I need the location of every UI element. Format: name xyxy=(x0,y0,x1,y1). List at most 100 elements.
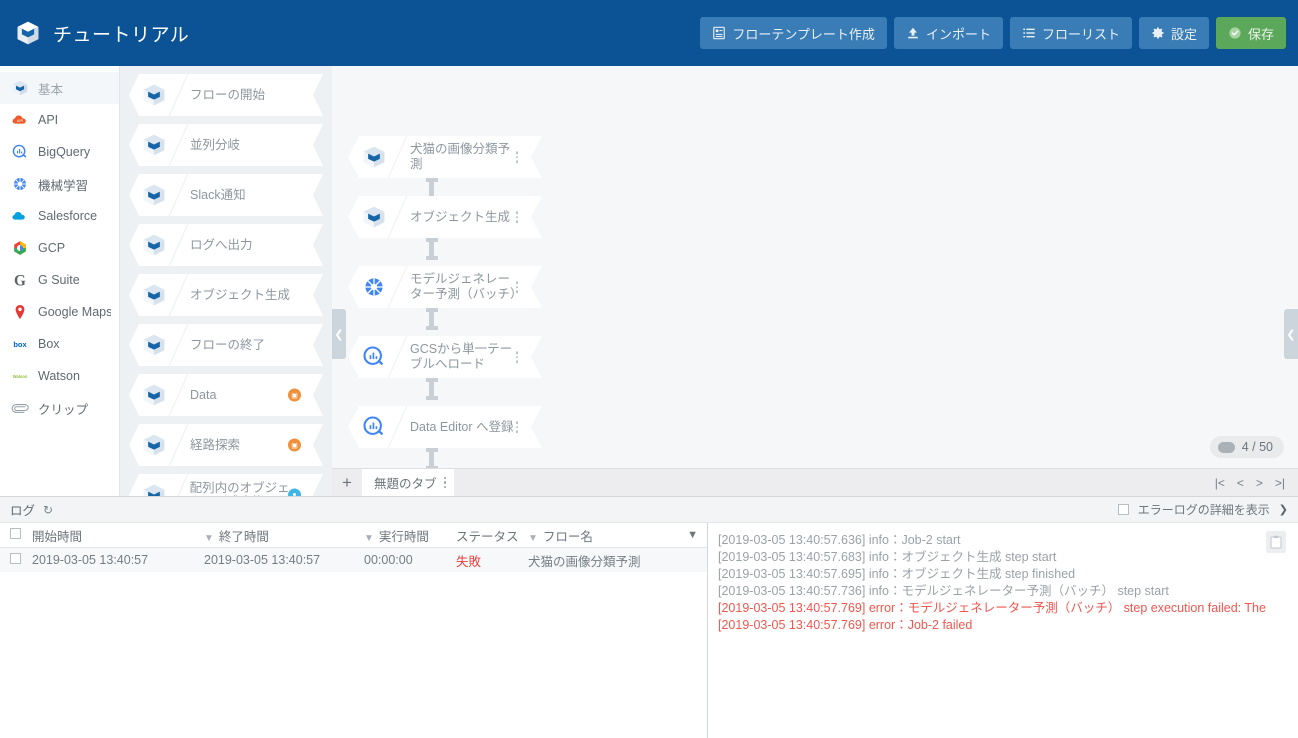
chevron-down-icon[interactable]: ❯ xyxy=(1279,503,1288,516)
flow-template-create-button[interactable]: フローテンプレート作成 xyxy=(700,17,887,49)
sidebar-item-box[interactable]: box Box xyxy=(0,328,119,360)
sidebar-item-basic[interactable]: 基本 xyxy=(0,72,119,104)
counter-pill-icon xyxy=(1217,441,1235,453)
log-line: [2019-03-05 13:40:57.683] info：オブジェクト生成 … xyxy=(718,550,1057,564)
bigquery-icon xyxy=(11,143,29,161)
log-panel-title: ログ xyxy=(10,504,36,518)
last-page-button[interactable]: >| xyxy=(1275,476,1285,490)
log-header-right: エラーログの詳細を表示 ❯ xyxy=(1117,501,1288,518)
sidebar-item-google-maps[interactable]: Google Maps xyxy=(0,296,119,328)
kebab-icon[interactable] xyxy=(513,148,522,166)
machine-learning-icon xyxy=(361,274,387,300)
flow-list-label: フローリスト xyxy=(1041,26,1120,42)
kebab-icon[interactable] xyxy=(513,418,522,436)
canvas-tab[interactable]: 無題のタブ xyxy=(362,469,455,496)
prev-page-button[interactable]: < xyxy=(1237,476,1244,490)
kebab-icon[interactable] xyxy=(443,476,447,489)
settings-button[interactable]: 設定 xyxy=(1138,17,1209,49)
next-page-button[interactable]: > xyxy=(1256,476,1263,490)
sidebar-item-api[interactable]: API API xyxy=(0,104,119,136)
flow-node[interactable]: Data Editor へ登録 xyxy=(348,406,542,448)
log-table-header: 開始時間 ▼ 終了時間 ▼ 実行時間 ステータス ▼ フロー名 ▼ xyxy=(0,523,707,548)
cube-icon xyxy=(141,182,167,208)
palette-item[interactable]: Slack通知 xyxy=(129,174,323,216)
flow-canvas[interactable]: 犬猫の画像分類予測 オブジェクト生成 モデルジェネレーター予測（バッチ） GCS… xyxy=(332,66,1298,468)
node-counter-label: 4 / 50 xyxy=(1241,440,1273,454)
sidebar-item-label: BigQuery xyxy=(38,145,91,159)
sidebar-item-label: G Suite xyxy=(38,273,80,287)
sort-icon: ▼ xyxy=(204,532,214,544)
sidebar-item-gcp[interactable]: GCP xyxy=(0,232,119,264)
collapse-palette-handle[interactable]: ❮ xyxy=(332,309,346,359)
log-detail-pane[interactable]: [2019-03-05 13:40:57.636] info：Job-2 sta… xyxy=(708,523,1298,738)
divider xyxy=(169,424,189,466)
palette-item[interactable]: ログへ出力 xyxy=(129,224,323,266)
component-palette[interactable]: フローの開始 並列分岐 Slack通知 ログへ出力 オブジェクト生成 フローの終… xyxy=(120,66,332,496)
log-panel-header: ログ ↻ エラーログの詳細を表示 ❯ xyxy=(0,497,1298,523)
import-button[interactable]: インポート xyxy=(893,17,1003,49)
sidebar-item-label: Google Maps xyxy=(38,305,111,319)
divider xyxy=(169,474,188,496)
flow-list-button[interactable]: フローリスト xyxy=(1009,17,1132,49)
application-window: チュートリアル フローテンプレート作成 インポート フローリスト 設定 保存 基… xyxy=(0,0,1298,738)
flow-template-create-label: フローテンプレート作成 xyxy=(732,26,875,42)
flow-node[interactable]: モデルジェネレーター予測（バッチ） xyxy=(348,266,542,308)
kebab-icon[interactable] xyxy=(513,348,522,366)
error-detail-label: エラーログの詳細を表示 xyxy=(1137,503,1270,517)
palette-badge-icon: ▣ xyxy=(288,439,301,452)
palette-item[interactable]: 並列分岐 xyxy=(129,124,323,166)
column-header-status[interactable]: ステータス xyxy=(456,526,528,545)
error-detail-checkbox[interactable] xyxy=(1117,504,1129,515)
status-badge: 失敗 xyxy=(456,554,482,569)
copy-log-button[interactable] xyxy=(1266,531,1286,553)
sidebar-item-bigquery[interactable]: BigQuery xyxy=(0,136,119,168)
table-row[interactable]: 2019-03-05 13:40:57 2019-03-05 13:40:57 … xyxy=(0,548,707,572)
sidebar-item-label: GCP xyxy=(38,241,66,255)
sidebar-item-label: 機械学習 xyxy=(38,178,89,193)
select-all-checkbox[interactable] xyxy=(10,528,32,542)
connector xyxy=(425,238,438,260)
divider xyxy=(169,124,189,166)
column-header-end-time[interactable]: ▼ 終了時間 xyxy=(204,526,364,545)
palette-item[interactable]: Data ▣ xyxy=(129,374,323,416)
column-header-start-time[interactable]: 開始時間 xyxy=(32,526,204,545)
filter-icon[interactable]: ▼ xyxy=(687,529,698,541)
kebab-icon[interactable] xyxy=(513,278,522,296)
cube-icon xyxy=(11,79,29,97)
sidebar-item-gsuite[interactable]: G G Suite xyxy=(0,264,119,296)
divider xyxy=(169,174,189,216)
palette-item-label: 経路探索 xyxy=(190,438,241,452)
flow-node[interactable]: オブジェクト生成 xyxy=(348,196,542,238)
palette-item-label: 並列分岐 xyxy=(190,138,241,152)
gsuite-g-icon: G xyxy=(11,271,29,289)
add-tab-button[interactable]: + xyxy=(332,469,362,496)
palette-item[interactable]: フローの開始 xyxy=(129,74,323,116)
palette-item[interactable]: 配列内のオブジェクト形式変換 ● xyxy=(129,474,323,496)
save-button[interactable]: 保存 xyxy=(1215,17,1286,49)
flow-node[interactable]: 犬猫の画像分類予測 xyxy=(348,136,542,178)
column-header-flow-name[interactable]: ▼ フロー名 xyxy=(528,526,687,545)
refresh-icon[interactable]: ↻ xyxy=(43,503,53,517)
sidebar-item-salesforce[interactable]: Salesforce xyxy=(0,200,119,232)
palette-item-label: 配列内のオブジェクト形式変換 xyxy=(189,481,290,495)
canvas-tab-label: 無題のタブ xyxy=(374,477,437,491)
sidebar-item-watson[interactable]: Watson Watson xyxy=(0,360,119,392)
flow-node[interactable]: GCSから単一テーブルへロード xyxy=(348,336,542,378)
svg-text:G: G xyxy=(14,272,26,289)
bigquery-icon xyxy=(361,414,387,440)
palette-item[interactable]: 経路探索 ▣ xyxy=(129,424,323,466)
machine-learning-icon xyxy=(11,175,29,193)
cube-icon xyxy=(141,482,167,496)
kebab-icon[interactable] xyxy=(513,208,522,226)
cube-icon xyxy=(141,82,167,108)
first-page-button[interactable]: |< xyxy=(1215,476,1225,490)
sidebar-item-clip[interactable]: クリップ xyxy=(0,392,119,424)
sidebar-item-machine-learning[interactable]: 機械学習 xyxy=(0,168,119,200)
palette-item[interactable]: オブジェクト生成 xyxy=(129,274,323,316)
column-header-duration[interactable]: ▼ 実行時間 xyxy=(364,526,456,545)
row-checkbox[interactable] xyxy=(10,553,32,567)
list-icon xyxy=(1023,28,1035,38)
palette-item[interactable]: フローの終了 xyxy=(129,324,323,366)
clip-icon xyxy=(11,399,29,417)
collapse-properties-handle[interactable]: ❮ xyxy=(1284,309,1298,359)
